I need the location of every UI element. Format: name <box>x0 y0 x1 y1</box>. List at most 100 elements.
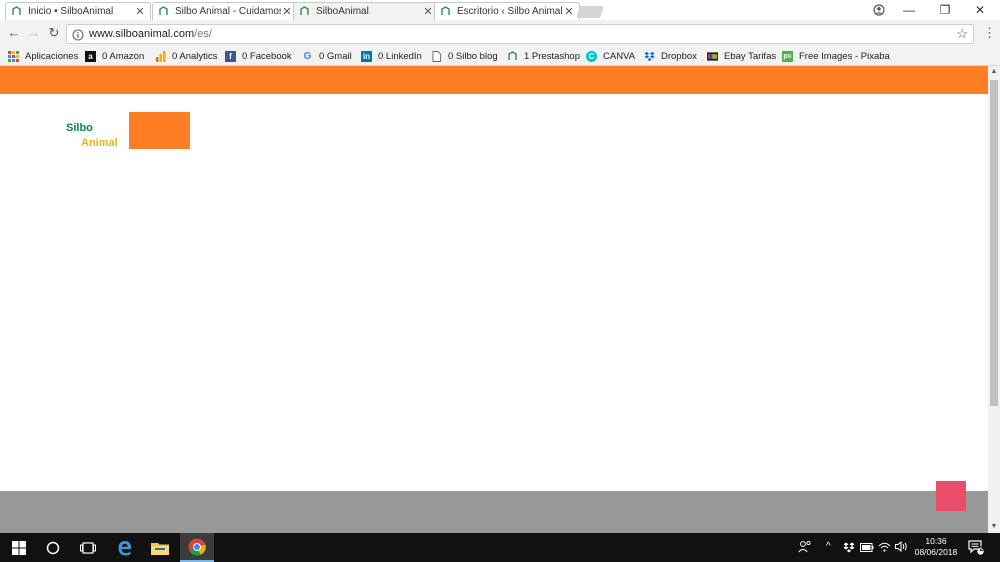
bookmark-label: Dropbox <box>661 50 697 62</box>
clock-time: 10:36 <box>925 536 947 546</box>
tab-silbo-cuidamos[interactable]: Silbo Animal - Cuidamos ✕ <box>152 2 298 20</box>
bookmark-prestashop[interactable]: 1 Prestashop <box>507 49 580 63</box>
tab-label: Inicio • SilboAnimal <box>28 6 114 17</box>
url-host: www.silboanimal.com <box>89 28 195 40</box>
tab-close-icon[interactable]: ✕ <box>563 5 575 18</box>
dropbox-icon <box>644 51 655 62</box>
clock-date: 08/06/2018 <box>914 547 958 557</box>
windows-start-icon[interactable] <box>8 537 30 559</box>
gray-footer-band <box>0 491 988 533</box>
google-icon: G <box>303 50 312 62</box>
vertical-scrollbar[interactable]: ▲ ▼ <box>988 66 1000 533</box>
cortana-search-icon[interactable] <box>42 537 64 559</box>
bookmark-pixabay[interactable]: px Free Images - Pixaba <box>782 49 890 63</box>
bookmark-label: 1 Prestashop <box>524 50 580 62</box>
apps-grid-icon <box>8 50 19 62</box>
tab-label: Escritorio ‹ Silbo Animal — <box>457 6 563 17</box>
url-path: /es/ <box>194 28 212 40</box>
tab-escritorio[interactable]: Escritorio ‹ Silbo Animal — ✕ <box>434 2 580 20</box>
prestashop-favicon-icon <box>440 6 451 17</box>
canva-icon: C <box>586 50 597 62</box>
bookmark-aplicaciones[interactable]: Aplicaciones <box>8 49 78 63</box>
tray-dropbox-icon[interactable] <box>843 542 855 556</box>
prestashop-favicon-icon <box>299 6 310 17</box>
tab-label: Silbo Animal - Cuidamos <box>175 6 281 17</box>
browser-toolbar: ← → ↻ www.silboanimal.com/es/ ☆ ⋮ <box>0 20 1000 47</box>
bookmark-label: Ebay Tarifas <box>724 50 777 62</box>
scrollbar-thumb[interactable] <box>990 80 998 406</box>
back-button[interactable]: ← <box>6 25 22 41</box>
bookmark-facebook[interactable]: f 0 Facebook <box>225 49 292 63</box>
reload-button[interactable]: ↻ <box>46 25 62 41</box>
people-icon[interactable] <box>798 540 812 556</box>
ebay-icon <box>707 51 718 62</box>
tab-inicio[interactable]: Inicio • SilboAnimal ✕ <box>5 2 151 20</box>
tab-close-icon[interactable]: ✕ <box>422 5 434 18</box>
bookmark-silbo-blog[interactable]: 0 Silbo blog <box>431 49 498 63</box>
tray-chevron-icon[interactable]: ^ <box>826 541 831 552</box>
browser-menu-icon[interactable]: ⋮ <box>983 25 996 41</box>
bookmark-label: CANVA <box>603 50 636 62</box>
bookmark-canva[interactable]: C CANVA <box>586 49 635 63</box>
bookmark-amazon[interactable]: a 0 Amazon <box>85 49 144 63</box>
bookmark-dropbox[interactable]: Dropbox <box>644 49 697 63</box>
url-text[interactable]: www.silboanimal.com/es/ <box>89 28 212 40</box>
close-window-button[interactable]: ✕ <box>965 2 995 18</box>
volume-icon[interactable] <box>895 540 909 555</box>
tab-silboanimal-active[interactable]: SilboAnimal ✕ <box>293 2 439 20</box>
prestashop-icon <box>507 50 518 62</box>
scroll-down-icon[interactable]: ▼ <box>988 523 1000 531</box>
chrome-icon[interactable] <box>186 536 208 558</box>
bookmark-linkedin[interactable]: in 0 LinkedIn <box>361 49 422 63</box>
battery-icon[interactable] <box>860 543 874 555</box>
bookmark-ebay-tarifas[interactable]: Ebay Tarifas <box>707 49 776 63</box>
bookmark-analytics[interactable]: 0 Analytics <box>155 49 217 63</box>
profile-icon[interactable] <box>864 2 894 18</box>
bookmark-label: Aplicaciones <box>25 50 79 62</box>
wifi-icon[interactable] <box>878 541 891 555</box>
bookmark-label: Free Images - Pixaba <box>799 50 890 62</box>
notification-count-badge: 2 <box>979 546 984 553</box>
new-tab-button[interactable] <box>576 6 604 18</box>
orange-placeholder-block <box>129 112 190 149</box>
browser-window: Inicio • SilboAnimal ✕ Silbo Animal - Cu… <box>0 0 1000 562</box>
maximize-button[interactable]: ❐ <box>930 2 960 18</box>
top-orange-header <box>0 66 988 94</box>
bookmark-label: 0 LinkedIn <box>378 50 422 62</box>
back-to-top-button[interactable] <box>936 481 966 511</box>
page-content: Silbo Animal <box>0 66 988 533</box>
bookmark-gmail[interactable]: G 0 Gmail <box>302 49 352 63</box>
bookmark-star-icon[interactable]: ☆ <box>956 26 968 42</box>
bookmark-label: 0 Analytics <box>172 50 218 62</box>
address-bar[interactable]: www.silboanimal.com/es/ ☆ <box>66 24 974 44</box>
system-clock[interactable]: 10:36 08/06/2018 <box>912 536 960 558</box>
chrome-taskbar-active[interactable] <box>180 533 214 562</box>
bookmark-label: 0 Amazon <box>102 50 145 62</box>
facebook-icon: f <box>225 50 236 62</box>
windows-taskbar: ^ 10:36 08/06/2018 2 <box>0 533 1000 562</box>
logo-text-silbo[interactable]: Silbo <box>66 122 93 134</box>
edge-browser-icon[interactable] <box>114 537 136 559</box>
amazon-icon: a <box>85 50 96 62</box>
minimize-button[interactable]: — <box>894 2 924 18</box>
tab-strip: Inicio • SilboAnimal ✕ Silbo Animal - Cu… <box>0 0 1000 20</box>
scroll-up-icon[interactable]: ▲ <box>988 68 1000 76</box>
task-view-icon[interactable] <box>77 537 99 559</box>
bookmarks-bar: Aplicaciones a 0 Amazon 0 Analytics f 0 … <box>0 47 1000 66</box>
page-icon <box>431 50 442 62</box>
linkedin-icon: in <box>361 50 372 62</box>
tab-label: SilboAnimal <box>316 6 369 17</box>
analytics-icon <box>155 50 166 62</box>
tab-close-icon[interactable]: ✕ <box>134 5 146 18</box>
bookmark-label: 0 Facebook <box>242 50 292 62</box>
pixabay-icon: px <box>782 50 793 62</box>
prestashop-favicon-icon <box>11 6 22 17</box>
bookmark-label: 0 Gmail <box>319 50 352 62</box>
logo-text-animal[interactable]: Animal <box>81 137 118 149</box>
tab-close-icon[interactable]: ✕ <box>281 5 293 18</box>
info-icon[interactable] <box>72 28 84 41</box>
bookmark-label: 0 Silbo blog <box>448 50 498 62</box>
forward-button[interactable]: → <box>26 25 42 41</box>
file-explorer-icon[interactable] <box>149 537 171 559</box>
prestashop-favicon-icon <box>158 6 169 17</box>
